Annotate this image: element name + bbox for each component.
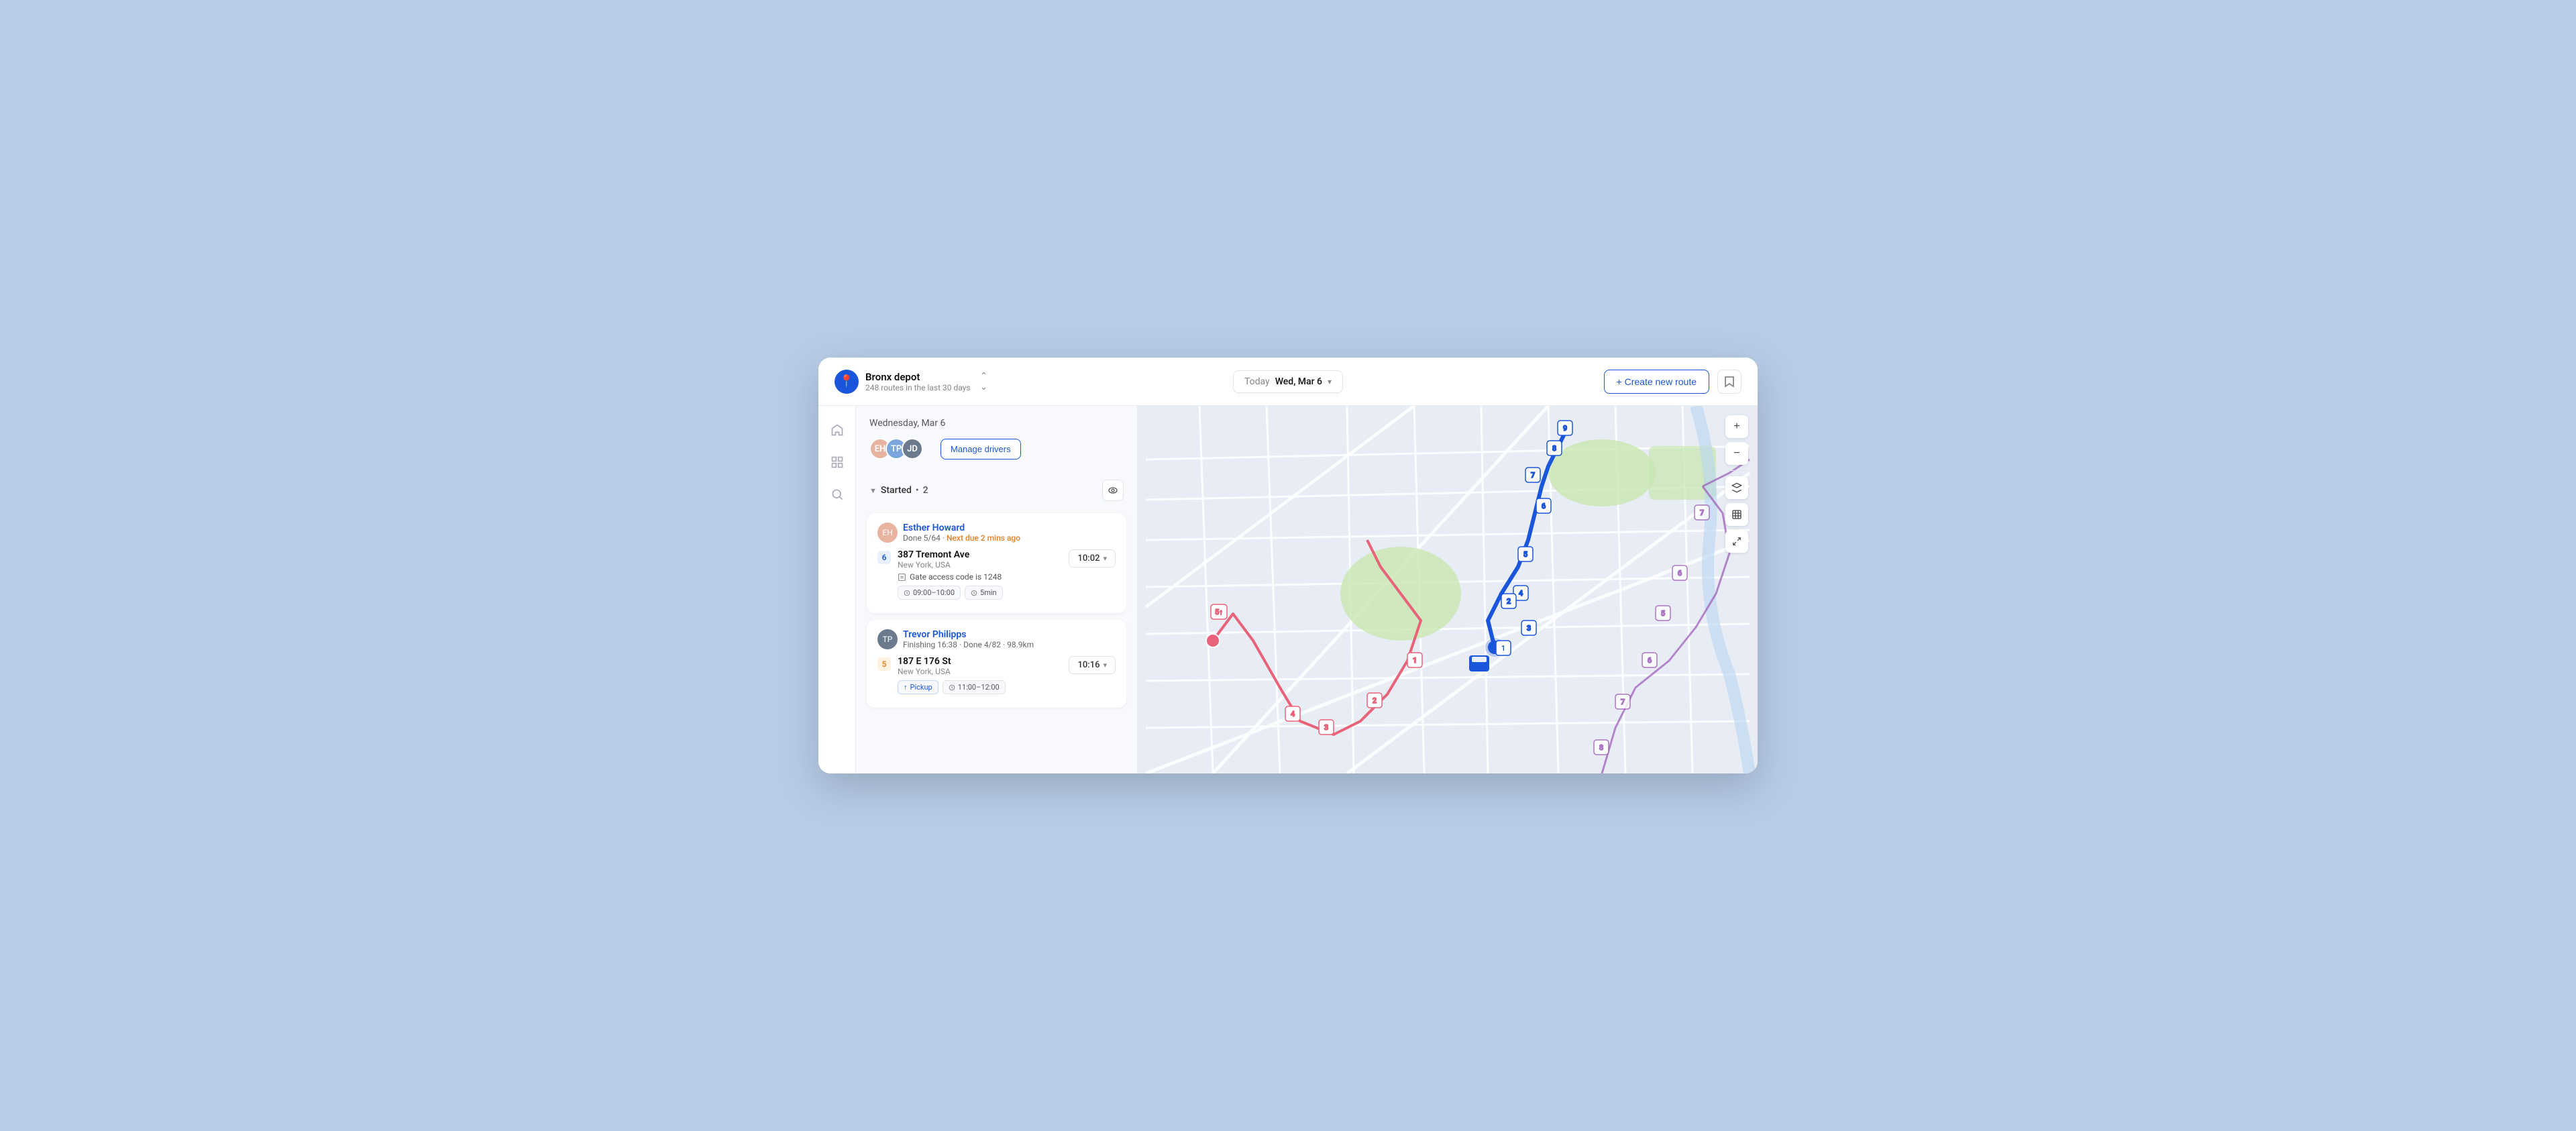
stop-info-trevor: 187 E 176 St New York, USA ↑ Pickup 11:0… bbox=[898, 656, 1062, 694]
duration-tag: 5min bbox=[965, 586, 1003, 600]
date-picker[interactable]: Today Wed, Mar 6 ▾ bbox=[1233, 370, 1343, 393]
time-chevron-icon-2: ▾ bbox=[1103, 661, 1107, 669]
svg-text:1: 1 bbox=[1413, 656, 1417, 665]
depot-subtitle: 248 routes in the last 30 days bbox=[865, 383, 971, 392]
svg-text:4: 4 bbox=[1291, 710, 1295, 718]
bookmark-button[interactable] bbox=[1717, 370, 1741, 394]
visibility-toggle-button[interactable] bbox=[1102, 480, 1124, 501]
map-layers-button[interactable] bbox=[1725, 476, 1748, 499]
driver-avatar-esther: EH bbox=[877, 523, 898, 543]
side-panel: Wednesday, Mar 6 EH TP JD Manage drivers… bbox=[856, 406, 1138, 773]
stop-tags-trevor: ↑ Pickup 11:00–12:00 bbox=[898, 680, 1062, 694]
stop-time-esther[interactable]: 10:02 ▾ bbox=[1069, 549, 1116, 568]
stop-number-esther: 6 bbox=[877, 551, 891, 564]
svg-text:7: 7 bbox=[1621, 698, 1625, 706]
avatar-3: JD bbox=[902, 438, 923, 460]
sidebar-item-dashboard[interactable] bbox=[824, 449, 851, 476]
driver-name-esther[interactable]: Esther Howard bbox=[903, 523, 1020, 533]
satellite-view-button[interactable] bbox=[1725, 503, 1748, 526]
route-card-esther: EH Esther Howard Done 5/64 · Next due 2 … bbox=[867, 513, 1126, 613]
svg-text:8: 8 bbox=[1599, 743, 1603, 752]
avatar-group: EH TP JD bbox=[869, 438, 923, 460]
depot-name: Bronx depot bbox=[865, 371, 971, 383]
routes-section: ▼ Started • 2 EH bbox=[856, 468, 1137, 720]
route-card-trevor: TP Trevor Philipps Finishing 16:38 · Don… bbox=[867, 620, 1126, 708]
svg-text:6: 6 bbox=[1648, 656, 1652, 665]
time-window-tag: 09:00–10:00 bbox=[898, 586, 961, 600]
date-value: Wed, Mar 6 bbox=[1275, 376, 1322, 387]
svg-text:2: 2 bbox=[1373, 696, 1377, 705]
driver-info-trevor: TP Trevor Philipps Finishing 16:38 · Don… bbox=[877, 629, 1116, 649]
header: 📍 Bronx depot 248 routes in the last 30 … bbox=[818, 358, 1758, 406]
driver-info-esther: EH Esther Howard Done 5/64 · Next due 2 … bbox=[877, 523, 1116, 543]
drivers-row: EH TP JD Manage drivers bbox=[869, 438, 1124, 460]
main-content: Wednesday, Mar 6 EH TP JD Manage drivers… bbox=[818, 406, 1758, 773]
section-title: ▼ Started • 2 bbox=[869, 485, 928, 496]
sidebar-item-search[interactable] bbox=[824, 481, 851, 508]
brand-text: Bronx depot 248 routes in the last 30 da… bbox=[865, 371, 971, 392]
zoom-out-button[interactable]: − bbox=[1725, 442, 1748, 465]
stop-note-esther: Gate access code is 1248 bbox=[898, 572, 1062, 582]
date-today-label: Today bbox=[1244, 376, 1270, 387]
svg-text:3: 3 bbox=[1324, 723, 1328, 732]
driver-details-esther: Esther Howard Done 5/64 · Next due 2 min… bbox=[903, 523, 1020, 543]
stop-tags-esther: 09:00–10:00 5min bbox=[898, 586, 1062, 600]
depot-chevron-icon[interactable]: ⌃⌄ bbox=[980, 371, 988, 392]
svg-text:5↑: 5↑ bbox=[1215, 608, 1223, 616]
header-center: Today Wed, Mar 6 ▾ bbox=[1140, 370, 1437, 393]
fullscreen-button[interactable] bbox=[1725, 530, 1748, 553]
driver-name-trevor[interactable]: Trevor Philipps bbox=[903, 629, 1034, 640]
svg-text:5: 5 bbox=[1523, 550, 1527, 559]
time-chevron-icon: ▾ bbox=[1103, 554, 1107, 563]
stop-info-esther: 387 Tremont Ave New York, USA Gate acces… bbox=[898, 549, 1062, 600]
driver-alert-esther: Next due 2 mins ago bbox=[947, 533, 1020, 543]
stop-address-trevor: 187 E 176 St bbox=[898, 656, 1062, 667]
time-window-tag-trevor: 11:00–12:00 bbox=[943, 680, 1006, 694]
section-title-text: Started bbox=[881, 485, 912, 496]
stop-number-trevor: 5 bbox=[877, 657, 891, 671]
svg-text:2: 2 bbox=[1507, 597, 1511, 606]
panel-header: Wednesday, Mar 6 EH TP JD Manage drivers bbox=[856, 406, 1137, 468]
stop-city-esther: New York, USA bbox=[898, 560, 1062, 570]
driver-status-esther: Done 5/64 · Next due 2 mins ago bbox=[903, 533, 1020, 543]
svg-text:7: 7 bbox=[1531, 471, 1535, 480]
app-window: 📍 Bronx depot 248 routes in the last 30 … bbox=[818, 358, 1758, 773]
stop-city-trevor: New York, USA bbox=[898, 667, 1062, 676]
manage-drivers-button[interactable]: Manage drivers bbox=[941, 439, 1021, 460]
driver-details-trevor: Trevor Philipps Finishing 16:38 · Done 4… bbox=[903, 629, 1034, 649]
stop-row-esther: 6 387 Tremont Ave New York, USA Gate acc… bbox=[877, 549, 1116, 600]
section-count-value: 2 bbox=[923, 485, 928, 496]
location-icon: 📍 bbox=[835, 370, 859, 394]
header-brand: 📍 Bronx depot 248 routes in the last 30 … bbox=[835, 370, 1132, 394]
panel-date: Wednesday, Mar 6 bbox=[869, 418, 1124, 429]
collapse-icon[interactable]: ▼ bbox=[869, 486, 877, 495]
svg-text:9: 9 bbox=[1563, 424, 1567, 433]
stop-address-esther: 387 Tremont Ave bbox=[898, 549, 1062, 560]
map-area[interactable]: 9 8 7 6 5 4 bbox=[1138, 406, 1758, 773]
svg-text:5: 5 bbox=[1661, 609, 1665, 618]
stop-time-trevor[interactable]: 10:16 ▾ bbox=[1069, 656, 1116, 674]
svg-text:1: 1 bbox=[1501, 644, 1505, 653]
stop-row-trevor: 5 187 E 176 St New York, USA ↑ Pickup bbox=[877, 656, 1116, 694]
svg-text:6: 6 bbox=[1542, 502, 1546, 510]
map-controls: + − bbox=[1725, 415, 1748, 553]
driver-status-trevor: Finishing 16:38 · Done 4/82 · 98.9km bbox=[903, 640, 1034, 649]
zoom-in-button[interactable]: + bbox=[1725, 415, 1748, 438]
driver-avatar-trevor: TP bbox=[877, 629, 898, 649]
svg-text:7: 7 bbox=[1700, 508, 1704, 517]
svg-text:4: 4 bbox=[1519, 589, 1523, 598]
create-route-button[interactable]: + Create new route bbox=[1604, 370, 1709, 394]
svg-text:3: 3 bbox=[1527, 624, 1531, 633]
section-count: • bbox=[916, 485, 919, 496]
svg-text:6: 6 bbox=[1678, 569, 1682, 578]
header-actions: + Create new route bbox=[1444, 370, 1741, 394]
svg-text:8: 8 bbox=[1552, 444, 1556, 453]
sidebar-nav bbox=[818, 406, 856, 773]
sidebar-item-home[interactable] bbox=[824, 417, 851, 443]
section-header: ▼ Started • 2 bbox=[867, 473, 1126, 508]
date-chevron-icon: ▾ bbox=[1328, 377, 1332, 386]
pickup-tag: ↑ Pickup bbox=[898, 680, 938, 694]
